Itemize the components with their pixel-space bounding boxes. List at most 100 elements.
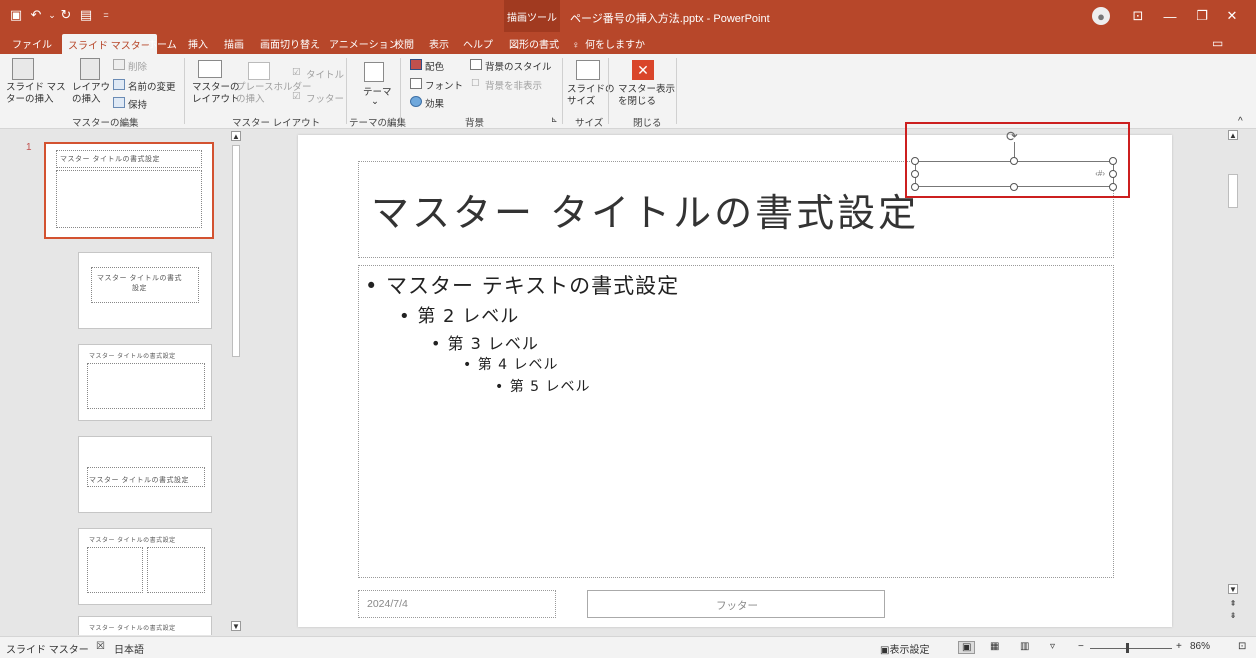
normal-view-icon[interactable]: ▣ — [958, 641, 976, 654]
undo-icon[interactable]: ↶ — [28, 7, 44, 23]
thumb-body-box — [87, 363, 205, 409]
slide-sorter-icon[interactable]: ▦ — [990, 641, 999, 652]
thumb-title: マスター タイトルの書式 設定 — [97, 275, 182, 292]
ribbon-display-icon[interactable]: ⊡ — [1128, 6, 1148, 26]
document-title: ページ番号の挿入方法.pptx - PowerPoint — [570, 13, 770, 25]
tab-shape-format[interactable]: 図形の書式 — [509, 32, 559, 54]
colors-icon — [410, 59, 422, 70]
thumbnail-layout-content[interactable]: マスター タイトルの書式設定 — [78, 344, 212, 421]
display-settings-button[interactable]: ▣表示設定 — [880, 641, 929, 656]
bullet-level-2: • 第 2 レベル — [399, 306, 520, 327]
tell-me-search[interactable]: ♀ 何をしますか — [572, 36, 645, 51]
ribbon-tabs: ファイル スライド マスター ホーム 挿入 描画 画面切り替え アニメーション … — [0, 32, 1256, 54]
slide-number: 1 — [26, 142, 32, 153]
group-label-background: 背景 — [465, 118, 485, 129]
theme-icon — [364, 62, 384, 82]
tab-review[interactable]: 校閲 — [394, 32, 414, 54]
zoom-slider-thumb[interactable] — [1126, 643, 1129, 653]
thumbnail-layout-title[interactable]: マスター タイトルの書式 設定 — [78, 252, 212, 329]
lightbulb-icon: ♀ — [572, 40, 580, 51]
slide-size-icon — [576, 60, 600, 80]
collapse-ribbon-icon[interactable]: ^ — [1238, 116, 1243, 127]
group-label-size: サイズ — [575, 118, 604, 129]
language[interactable]: 日本語 — [114, 641, 144, 656]
thumb-body-box — [87, 547, 143, 593]
footer-text: フッター — [716, 600, 758, 612]
chevron-down-icon: ⌄ — [371, 96, 379, 107]
tab-help[interactable]: ヘルプ — [463, 32, 493, 54]
account-icon[interactable]: ● — [1092, 7, 1110, 25]
thumbnail-layout-two-content[interactable]: マスター タイトルの書式設定 — [78, 528, 212, 605]
group-separator — [608, 58, 609, 124]
group-label-master-layout: マスター レイアウト — [232, 118, 321, 129]
tab-home[interactable]: ホーム — [147, 32, 177, 54]
next-slide-icon[interactable]: ⇟ — [1228, 610, 1238, 620]
minimize-icon[interactable]: — — [1160, 6, 1180, 26]
bullet-level-5: • 第 5 レベル — [495, 379, 591, 395]
group-separator — [184, 58, 185, 124]
customize-icon[interactable]: = — [98, 7, 114, 23]
thumb-title: マスター タイトルの書式設定 — [89, 354, 176, 360]
zoom-slider[interactable] — [1090, 648, 1172, 649]
scroll-up-icon[interactable]: ▲ — [1228, 130, 1238, 140]
tab-file[interactable]: ファイル — [12, 32, 52, 54]
tab-slide-master[interactable]: スライド マスター — [62, 34, 157, 54]
title-bar: ▣ ↶ ⌄ ↻ ▤ = 描画ツール ページ番号の挿入方法.pptx - Powe… — [0, 0, 1256, 32]
zoom-level[interactable]: 86% — [1190, 641, 1210, 652]
redo-icon[interactable]: ↻ — [58, 7, 74, 23]
slideshow-icon[interactable]: ▿ — [1050, 641, 1055, 652]
checkbox-icon: ☑ — [292, 67, 301, 78]
bullet-level-3: • 第 3 レベル — [431, 334, 539, 353]
group-label-edit-theme: テーマの編集 — [349, 118, 407, 129]
scroll-down-icon[interactable]: ▼ — [231, 621, 241, 631]
reading-view-icon[interactable]: ▥ — [1020, 641, 1029, 652]
close-icon[interactable]: ✕ — [1222, 6, 1242, 26]
tab-view[interactable]: 表示 — [429, 32, 449, 54]
thumbnail-layout-section[interactable]: マスター タイトルの書式設定 — [78, 436, 212, 513]
slide-thumbnail-pane: 1 マスター タイトルの書式設定 マスター タイトルの書式 設定 マスター タイ… — [0, 130, 244, 635]
restore-icon[interactable]: ❐ — [1192, 6, 1212, 26]
thumb-title: マスター タイトルの書式設定 — [60, 156, 160, 163]
placeholder-icon — [248, 62, 270, 80]
thumb-body-box — [56, 170, 202, 228]
date-placeholder[interactable]: 2024/7/4 — [358, 590, 556, 618]
tab-animations[interactable]: アニメーション — [329, 32, 399, 54]
effects-icon — [410, 96, 422, 107]
close-master-icon: ✕ — [632, 60, 654, 80]
group-separator — [562, 58, 563, 124]
master-layout-icon — [198, 60, 222, 78]
fonts-icon — [410, 78, 422, 89]
body-placeholder[interactable]: • マスター テキストの書式設定 • 第 2 レベル • 第 3 レベル • 第… — [358, 265, 1114, 578]
tab-draw[interactable]: 描画 — [224, 32, 244, 54]
thumbnail-master[interactable]: マスター タイトルの書式設定 — [44, 142, 214, 239]
slide-scrollbar[interactable]: ▲ ▼ ⇞ ⇟ — [1226, 130, 1240, 635]
highlight-box — [905, 122, 1130, 198]
present-icon[interactable]: ▤ — [78, 7, 94, 23]
accessibility-icon[interactable]: ☒ — [96, 641, 105, 652]
view-name: スライド マスター — [6, 645, 89, 656]
comments-icon[interactable]: ▭ — [1212, 32, 1223, 54]
zoom-in-icon[interactable]: + — [1176, 641, 1182, 652]
scrollbar-thumb[interactable] — [232, 145, 240, 357]
zoom-out-icon[interactable]: − — [1078, 641, 1084, 652]
tab-insert[interactable]: 挿入 — [188, 32, 208, 54]
scroll-down-icon[interactable]: ▼ — [1228, 584, 1238, 594]
background-styles-icon — [470, 59, 482, 70]
fit-to-window-icon[interactable]: ⊡ — [1238, 641, 1246, 652]
date-text: 2024/7/4 — [367, 598, 408, 610]
dialog-launcher-icon[interactable]: ⊾ — [551, 115, 558, 124]
thumbnail-layout-comparison[interactable]: マスター タイトルの書式設定 — [78, 616, 212, 635]
scrollbar-thumb[interactable] — [1228, 174, 1238, 208]
thumbnail-scrollbar[interactable]: ▲ ▼ — [230, 131, 242, 633]
bullet-level-4: • 第 4 レベル — [463, 357, 559, 373]
layout-icon — [80, 58, 100, 80]
tab-transitions[interactable]: 画面切り替え — [260, 32, 320, 54]
ribbon: スライド マス ターの挿入 レイアウト の挿入 削除 名前の変更 保持 マスター… — [0, 54, 1256, 129]
checkbox-icon: ☑ — [292, 91, 301, 102]
scroll-up-icon[interactable]: ▲ — [231, 131, 241, 141]
group-separator — [346, 58, 347, 124]
thumb-body-box — [147, 547, 205, 593]
save-icon[interactable]: ▣ — [8, 7, 24, 23]
previous-slide-icon[interactable]: ⇞ — [1228, 598, 1238, 608]
footer-placeholder[interactable]: フッター — [587, 590, 885, 618]
